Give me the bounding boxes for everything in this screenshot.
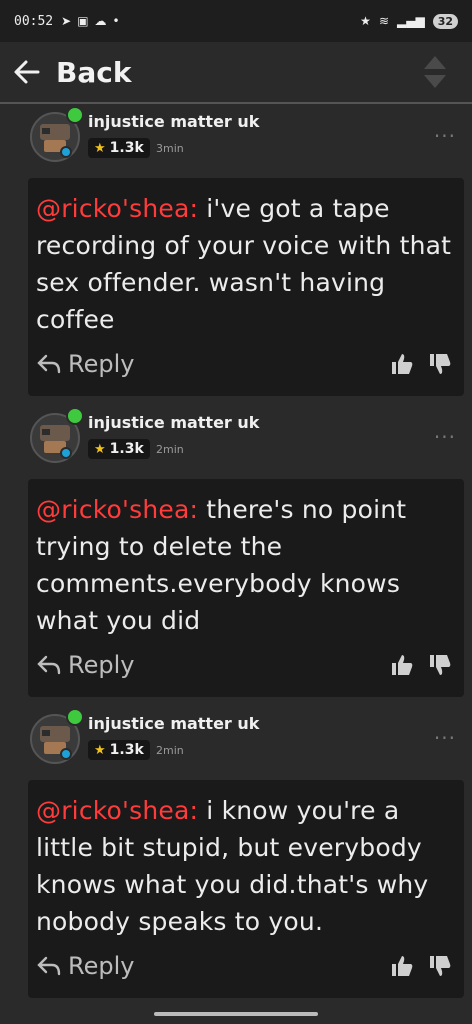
thumbs-down-icon[interactable] — [428, 954, 452, 978]
star-status-icon: ★ — [360, 14, 371, 28]
comment-bubble: @ricko'shea: i've got a tape recording o… — [28, 178, 464, 396]
more-icon[interactable]: ··· — [434, 425, 456, 449]
status-system-icons: ★ ≋ ▂▄▆ 32 — [360, 13, 458, 29]
username[interactable]: injustice matter uk — [88, 714, 259, 733]
back-button[interactable]: Back — [56, 56, 131, 89]
dot-icon: • — [112, 14, 120, 28]
telegram-icon: ➤ — [61, 14, 72, 28]
star-icon: ★ — [94, 140, 106, 156]
comment-bubble: @ricko'shea: there's no point trying to … — [28, 479, 464, 697]
online-status-icon — [66, 407, 84, 425]
home-indicator[interactable] — [154, 1012, 318, 1016]
reputation-value: 1.3k — [109, 140, 144, 156]
comment-header: injustice matter uk ★ 1.3k 3min ··· — [28, 106, 464, 166]
comment-header: injustice matter uk ★ 1.3k 2min ··· — [28, 407, 464, 467]
reputation-badge: ★ 1.3k — [88, 740, 150, 760]
more-icon[interactable]: ··· — [434, 124, 456, 148]
reply-button[interactable]: Reply — [36, 952, 134, 980]
online-status-icon — [66, 708, 84, 726]
comment-actions: Reply — [36, 944, 456, 988]
status-bar: 00:52 ➤ ▣ ☁ • ★ ≋ ▂▄▆ 32 — [0, 0, 472, 42]
thumbs-down-icon[interactable] — [428, 352, 452, 376]
status-time: 00:52 — [14, 13, 54, 29]
comment-text: @ricko'shea: i've got a tape recording o… — [36, 190, 456, 338]
thumbs-up-icon[interactable] — [390, 352, 414, 376]
reputation-badge: ★ 1.3k — [88, 439, 150, 459]
mention[interactable]: @ricko'shea: — [36, 796, 198, 825]
reply-label: Reply — [68, 651, 135, 679]
mention[interactable]: @ricko'shea: — [36, 194, 198, 223]
vote-controls — [390, 954, 452, 978]
vote-controls — [390, 653, 452, 677]
comment-text: @ricko'shea: there's no point trying to … — [36, 491, 456, 639]
battery-icon: 32 — [432, 13, 458, 29]
reply-icon — [37, 655, 61, 675]
reply-label: Reply — [68, 350, 135, 378]
comment-bubble: @ricko'shea: i know you're a little bit … — [28, 780, 464, 998]
timestamp: 3min — [156, 142, 184, 155]
comment: injustice matter uk ★ 1.3k 3min ··· @ric… — [28, 106, 464, 396]
username[interactable]: injustice matter uk — [88, 413, 259, 432]
level-badge-icon — [60, 748, 72, 760]
comment: injustice matter uk ★ 1.3k 2min ··· @ric… — [28, 708, 464, 998]
comment-header: injustice matter uk ★ 1.3k 2min ··· — [28, 708, 464, 768]
thumbs-up-icon[interactable] — [390, 954, 414, 978]
screenshot-icon: ▣ — [77, 14, 89, 28]
timestamp: 2min — [156, 443, 184, 456]
reply-button[interactable]: Reply — [36, 350, 134, 378]
comment-actions: Reply — [36, 342, 456, 386]
comment: injustice matter uk ★ 1.3k 2min ··· @ric… — [28, 407, 464, 697]
status-notification-icons: ➤ ▣ ☁ • — [61, 14, 119, 28]
cloud-icon: ☁ — [94, 14, 107, 28]
comment-actions: Reply — [36, 643, 456, 687]
signal-icon: ▂▄▆ — [397, 14, 425, 28]
reputation-value: 1.3k — [109, 742, 144, 758]
thumbs-down-icon[interactable] — [428, 653, 452, 677]
star-icon: ★ — [94, 441, 106, 457]
level-badge-icon — [60, 447, 72, 459]
level-badge-icon — [60, 146, 72, 158]
back-arrow-icon[interactable] — [12, 57, 42, 87]
vote-controls — [390, 352, 452, 376]
reply-icon — [37, 956, 61, 976]
reply-button[interactable]: Reply — [36, 651, 134, 679]
comment-text: @ricko'shea: i know you're a little bit … — [36, 792, 456, 940]
reputation-badge: ★ 1.3k — [88, 138, 150, 158]
wifi-icon: ≋ — [378, 14, 389, 28]
nav-bar: Back — [0, 42, 472, 104]
sort-icon[interactable] — [422, 52, 448, 92]
star-icon: ★ — [94, 742, 106, 758]
reputation-value: 1.3k — [109, 441, 144, 457]
username[interactable]: injustice matter uk — [88, 112, 259, 131]
thumbs-up-icon[interactable] — [390, 653, 414, 677]
more-icon[interactable]: ··· — [434, 726, 456, 750]
reply-icon — [37, 354, 61, 374]
online-status-icon — [66, 106, 84, 124]
mention[interactable]: @ricko'shea: — [36, 495, 198, 524]
timestamp: 2min — [156, 744, 184, 757]
reply-label: Reply — [68, 952, 135, 980]
